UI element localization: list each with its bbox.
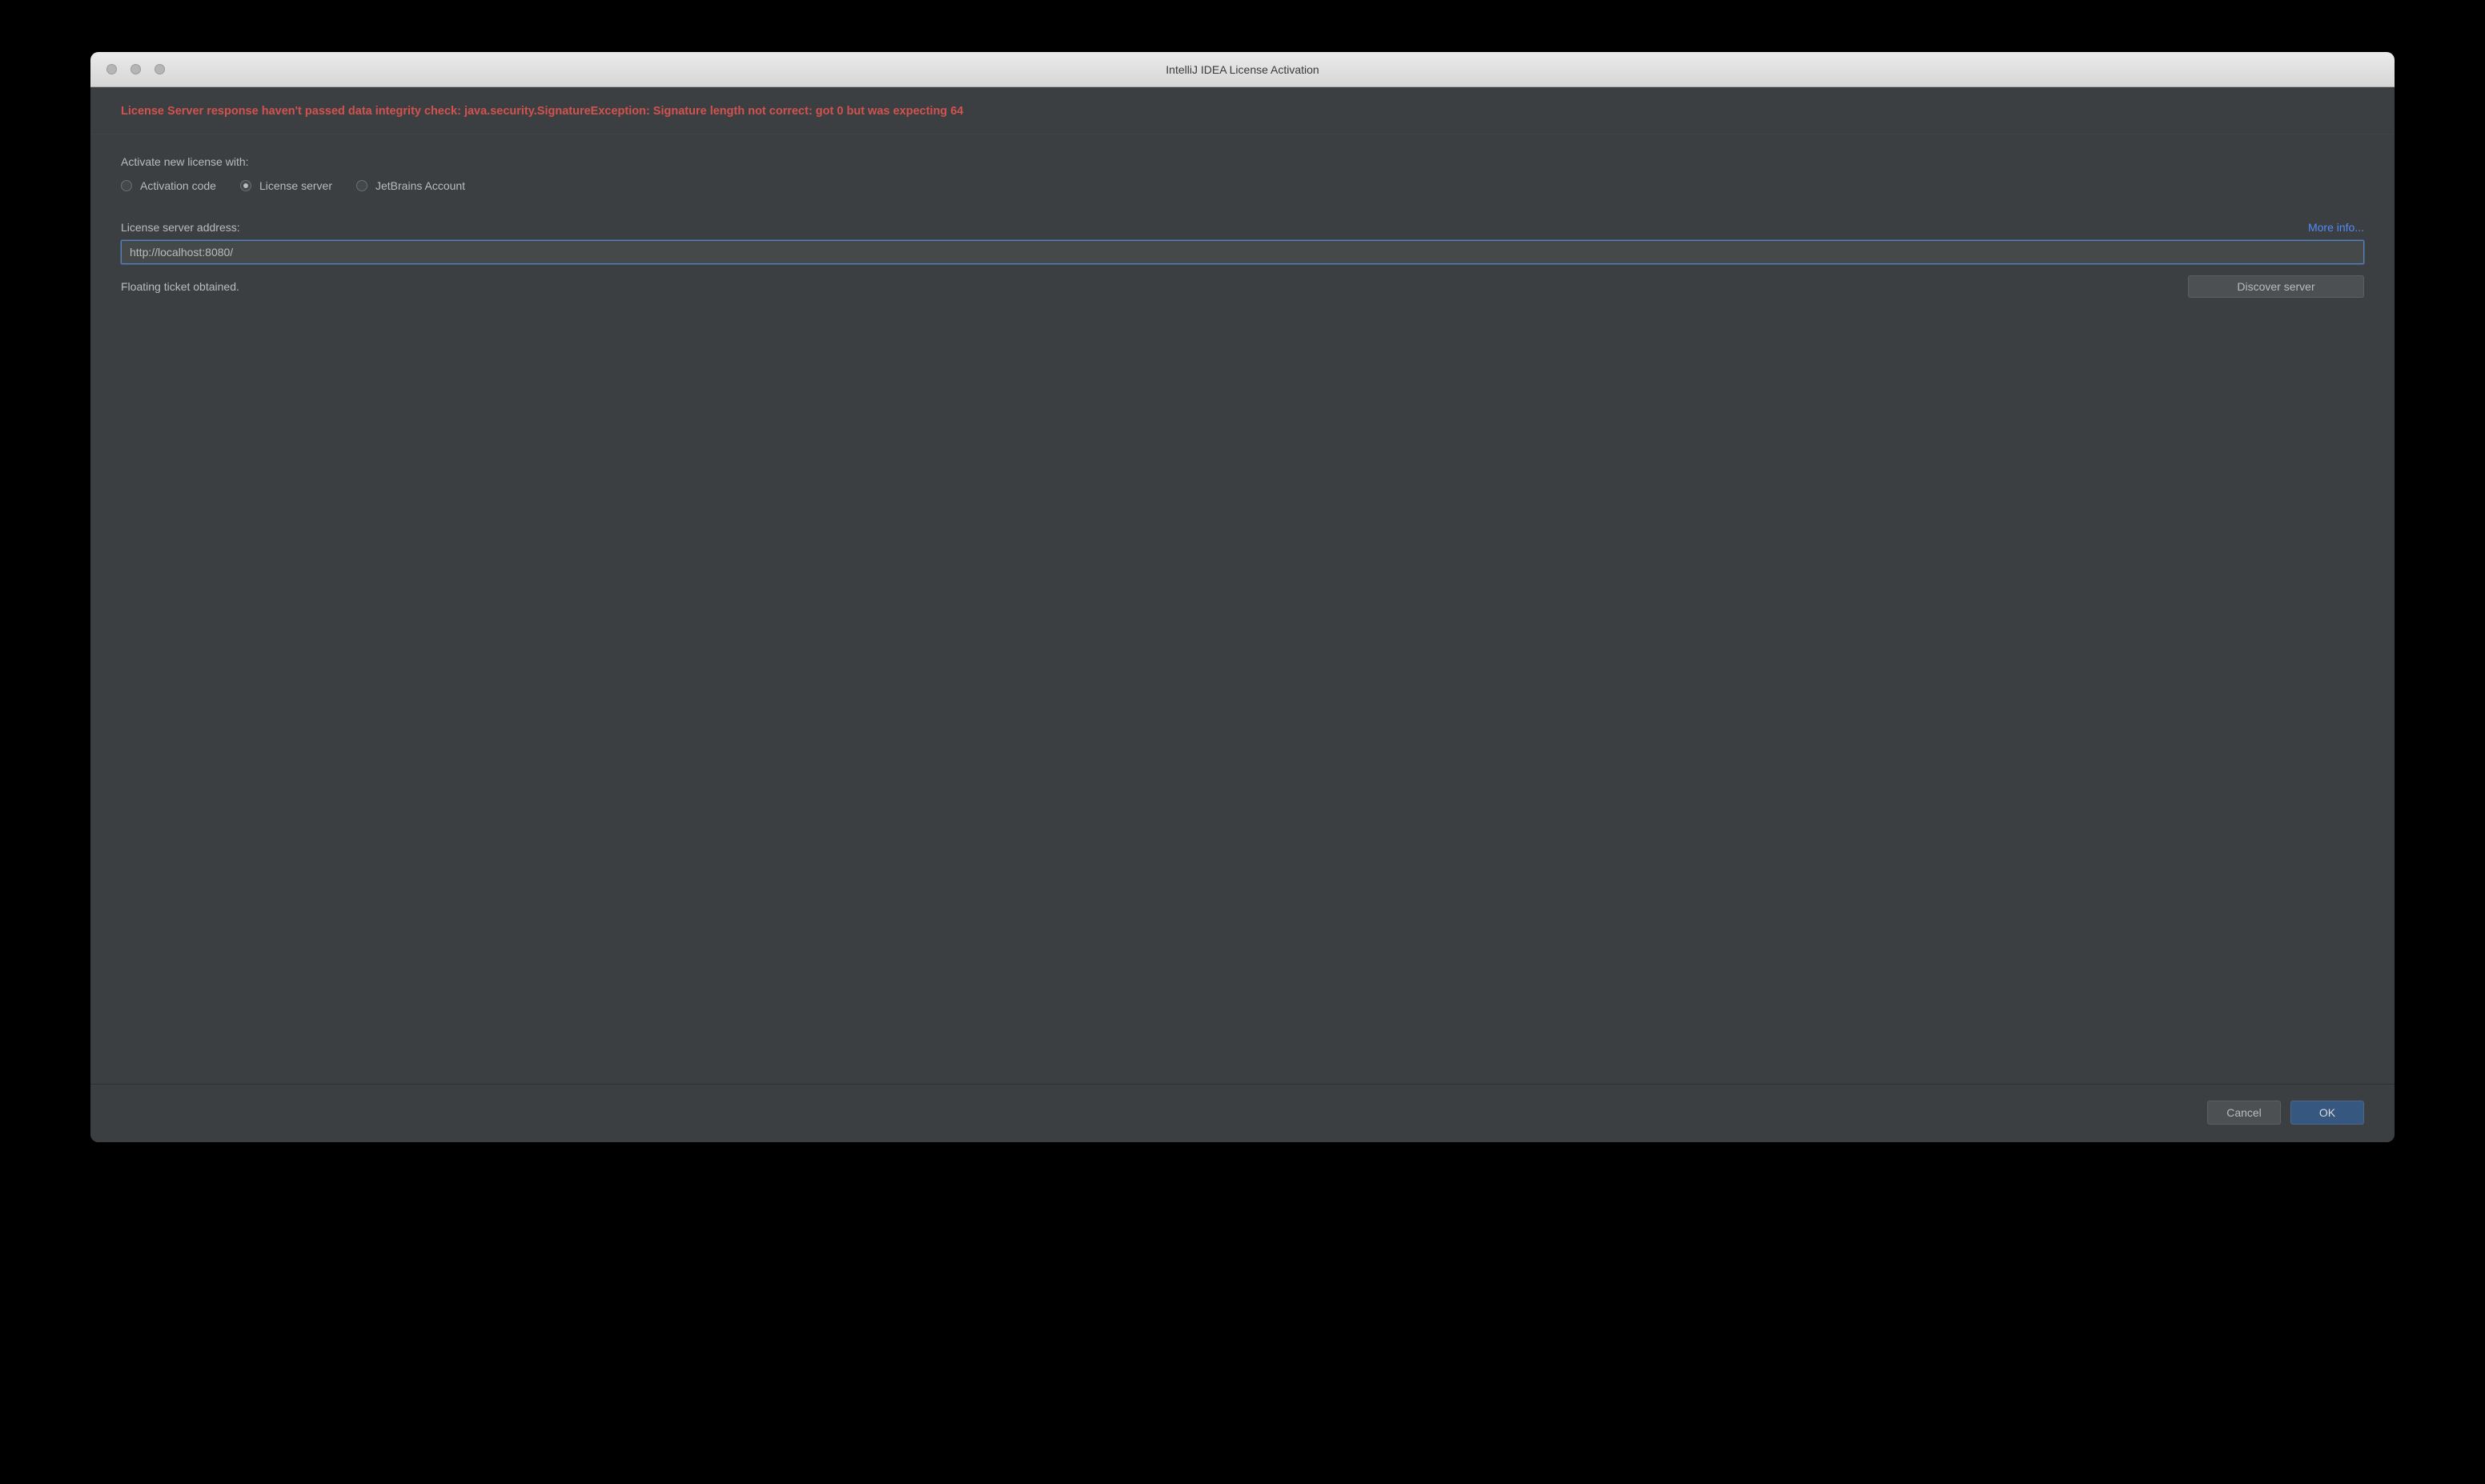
radio-license-server[interactable]: License server: [240, 179, 332, 192]
discover-server-button[interactable]: Discover server: [2188, 275, 2364, 298]
radio-jetbrains-account[interactable]: JetBrains Account: [356, 179, 465, 192]
radio-circle-selected-icon: [240, 180, 251, 191]
activate-with-label: Activate new license with:: [121, 155, 2364, 168]
radio-circle-icon: [356, 180, 367, 191]
minimize-window-icon[interactable]: [130, 64, 141, 74]
radio-label: JetBrains Account: [375, 179, 465, 192]
radio-circle-icon: [121, 180, 132, 191]
window-controls: [90, 64, 165, 74]
close-window-icon[interactable]: [106, 64, 117, 74]
below-input-row: Floating ticket obtained. Discover serve…: [121, 275, 2364, 298]
spacer: [121, 298, 2364, 1066]
more-info-link[interactable]: More info...: [2308, 221, 2364, 234]
dialog-footer: Cancel OK: [90, 1084, 2395, 1142]
address-label-row: License server address: More info...: [121, 221, 2364, 234]
ok-button[interactable]: OK: [2290, 1101, 2364, 1125]
status-text: Floating ticket obtained.: [121, 280, 239, 293]
license-server-address-label: License server address:: [121, 221, 240, 234]
radio-label: License server: [259, 179, 332, 192]
radio-label: Activation code: [140, 179, 216, 192]
activation-method-radio-group: Activation code License server JetBrains…: [121, 179, 2364, 192]
radio-activation-code[interactable]: Activation code: [121, 179, 216, 192]
license-activation-window: IntelliJ IDEA License Activation License…: [90, 52, 2395, 1142]
cancel-button[interactable]: Cancel: [2207, 1101, 2281, 1125]
zoom-window-icon[interactable]: [155, 64, 165, 74]
error-banner: License Server response haven't passed d…: [90, 87, 2395, 134]
content-area: Activate new license with: Activation co…: [90, 134, 2395, 1084]
titlebar: IntelliJ IDEA License Activation: [90, 52, 2395, 87]
window-title: IntelliJ IDEA License Activation: [90, 63, 2395, 76]
license-server-address-input[interactable]: [121, 240, 2364, 264]
